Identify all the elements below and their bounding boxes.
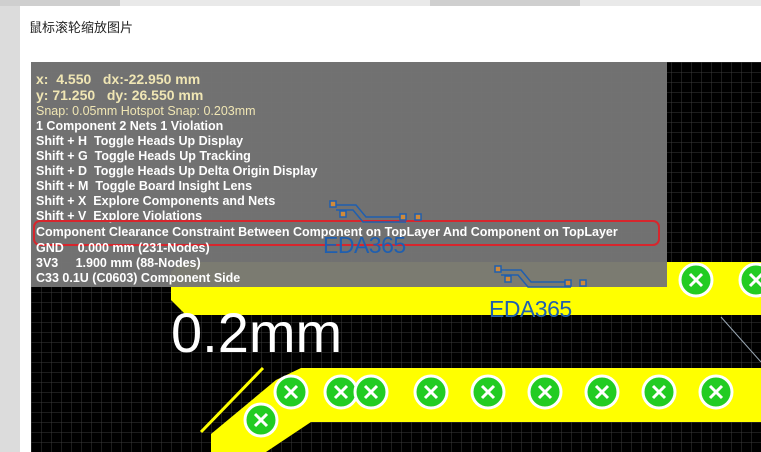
watermark-logo-icon [494, 265, 587, 288]
image-viewer-dialog: 鼠标滚轮缩放图片 0.2mm x: 4.550 dx:-22.950 mm y:… [20, 6, 761, 452]
watermark-text: EDA365 [489, 296, 572, 322]
dialog-title: 鼠标滚轮缩放图片 [29, 20, 134, 35]
pcb-screenshot[interactable]: 0.2mm x: 4.550 dx:-22.950 mm y: 71.250 d… [31, 62, 761, 452]
watermark-text: EDA365 [323, 232, 406, 258]
watermark-logo-icon [329, 200, 422, 223]
